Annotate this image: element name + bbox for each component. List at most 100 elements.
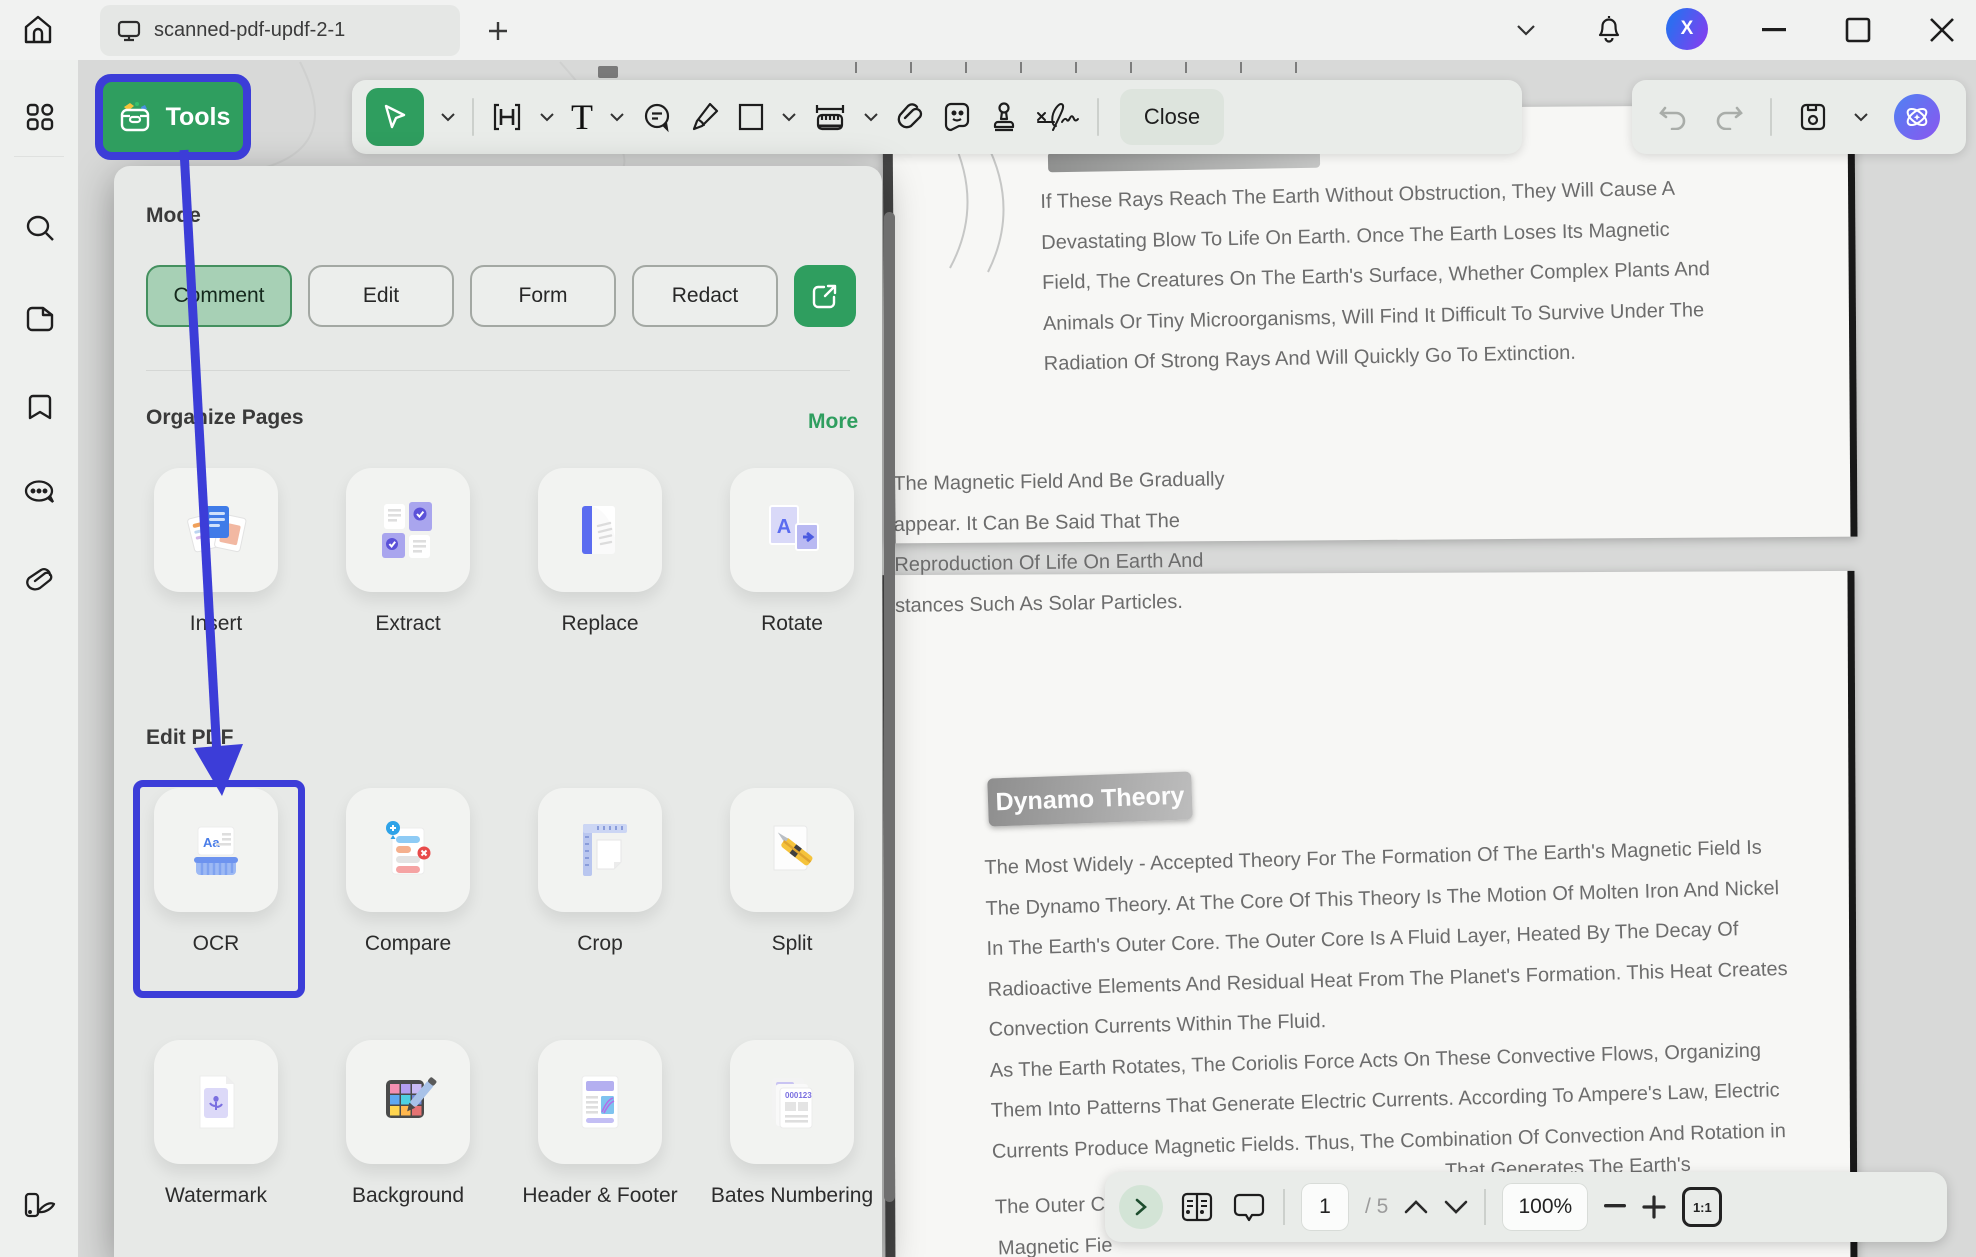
shape-tool-chevron[interactable] [782,113,796,122]
tile-label: Insert [190,609,243,639]
app-window: If These Rays Reach The Earth Without Ob… [0,0,1976,1257]
text-tool-button[interactable]: T [571,99,593,135]
close-panel-button[interactable]: Close [1120,89,1224,145]
bates-illustration: 000123 [764,1072,820,1132]
sidebar-item-comments[interactable] [23,476,57,510]
mode-edit-button[interactable]: Edit [308,265,454,327]
tile-header-footer[interactable]: Header & Footer [504,1040,696,1211]
sidebar-item-bookmarks[interactable] [23,390,57,424]
pencil-tool-button[interactable] [690,101,720,133]
tile-label: Watermark [165,1181,267,1211]
signature-tool-button[interactable] [1036,100,1080,134]
stamp-tool-button[interactable] [989,101,1019,133]
crop-illustration [571,820,629,880]
tile-watermark[interactable]: Watermark [120,1040,312,1211]
measure-tool-button[interactable] [813,101,847,133]
tools-button[interactable]: Tools [103,82,243,152]
rotate-illustration: A [762,502,822,558]
search-icon [24,213,56,245]
notifications-button[interactable] [1588,8,1630,50]
select-tool-chevron[interactable] [441,113,455,122]
book-view-icon [1179,1190,1215,1224]
avatar[interactable]: X [1666,8,1708,50]
sidebar-item-search[interactable] [23,212,57,246]
previous-page-button[interactable] [1404,1200,1428,1214]
tile-replace[interactable]: Replace [504,468,696,639]
split-illustration [762,820,822,880]
mode-redact-button[interactable]: Redact [632,265,778,327]
home-button[interactable] [14,6,62,54]
open-in-new-window-button[interactable] [794,265,856,327]
actual-size-button[interactable]: 1:1 [1682,1187,1722,1227]
cursor-icon [380,102,410,132]
organize-more-link[interactable]: More [808,410,858,434]
mode-form-button[interactable]: Form [470,265,616,327]
toolbar-divider [472,98,474,136]
present-button[interactable] [1231,1191,1267,1223]
tile-label: Split [772,929,813,959]
tile-insert[interactable]: Insert [120,468,312,639]
watermark-illustration [190,1072,242,1132]
sticker-tool-button[interactable] [942,101,972,133]
tile-extract[interactable]: Extract [312,468,504,639]
tab-title: scanned-pdf-updf-2-1 [154,19,345,42]
minimize-button[interactable] [1752,12,1796,48]
book-view-button[interactable] [1179,1190,1215,1224]
header-footer-illustration [574,1072,626,1132]
tile-background[interactable]: Background [312,1040,504,1211]
maximize-button[interactable] [1836,10,1880,50]
svg-text:000123: 000123 [785,1091,812,1100]
sidebar-item-attachments[interactable] [23,564,57,598]
ai-assistant-button[interactable] [1894,94,1940,140]
tile-label: Rotate [761,609,823,639]
undo-button[interactable] [1658,104,1688,130]
tabs-list-button[interactable] [1508,14,1544,46]
panel-scrollbar[interactable] [884,212,895,1202]
document-tab[interactable]: scanned-pdf-updf-2-1 [100,5,460,56]
attachment-icon [23,567,57,595]
tile-split[interactable]: Split [696,788,888,959]
svg-text:A: A [777,516,791,538]
new-tab-button[interactable] [478,12,518,50]
select-tool-button[interactable] [366,88,424,146]
sidebar-item-pages[interactable] [23,302,57,336]
redo-button[interactable] [1714,104,1744,130]
page-number-input[interactable]: 1 [1301,1183,1349,1231]
tile-bates-numbering[interactable]: 000123 Bates Numbering [696,1040,888,1211]
text-tool-chevron[interactable] [610,113,624,122]
paperclip-icon [895,101,925,133]
attach-tool-button[interactable] [895,101,925,133]
tile-rotate[interactable]: A Rotate [696,468,888,639]
organize-tiles: Insert Extract [120,468,888,639]
external-link-icon [810,281,840,311]
comment-tool-button[interactable] [641,101,673,133]
save-icon [1798,101,1828,133]
background-illustration [378,1072,438,1132]
tile-crop[interactable]: Crop [504,788,696,959]
next-page-button[interactable] [1444,1200,1468,1214]
sidebar-item-reader[interactable] [23,1188,57,1222]
minimize-icon [1762,28,1786,32]
tile-label: Bates Numbering [711,1181,873,1211]
close-window-button[interactable] [1920,10,1964,50]
measure-tool-chevron[interactable] [864,113,878,122]
toolbox-icon [116,99,156,135]
tile-label: Replace [561,609,638,639]
tile-label: Extract [375,609,440,639]
shape-tool-button[interactable] [737,102,765,132]
zoom-out-button[interactable] [1604,1204,1626,1210]
zoom-level-display[interactable]: 100% [1502,1183,1588,1231]
tile-compare[interactable]: Compare [312,788,504,959]
expand-button[interactable] [1119,1185,1163,1229]
sidebar-item-thumbnails[interactable] [23,100,57,134]
tile-label: Background [352,1181,464,1211]
heading-tool-chevron[interactable] [540,113,554,122]
heading-tool-button[interactable] [491,101,523,133]
signature-icon [1036,100,1080,134]
zoom-in-button[interactable] [1642,1195,1666,1219]
save-chevron[interactable] [1854,113,1868,122]
page1-clipped-line: Reproduction Of Life On Earth And [894,540,1226,585]
mode-comment-button[interactable]: Comment [146,265,292,327]
plus-icon [486,19,510,43]
save-button[interactable] [1798,101,1828,133]
